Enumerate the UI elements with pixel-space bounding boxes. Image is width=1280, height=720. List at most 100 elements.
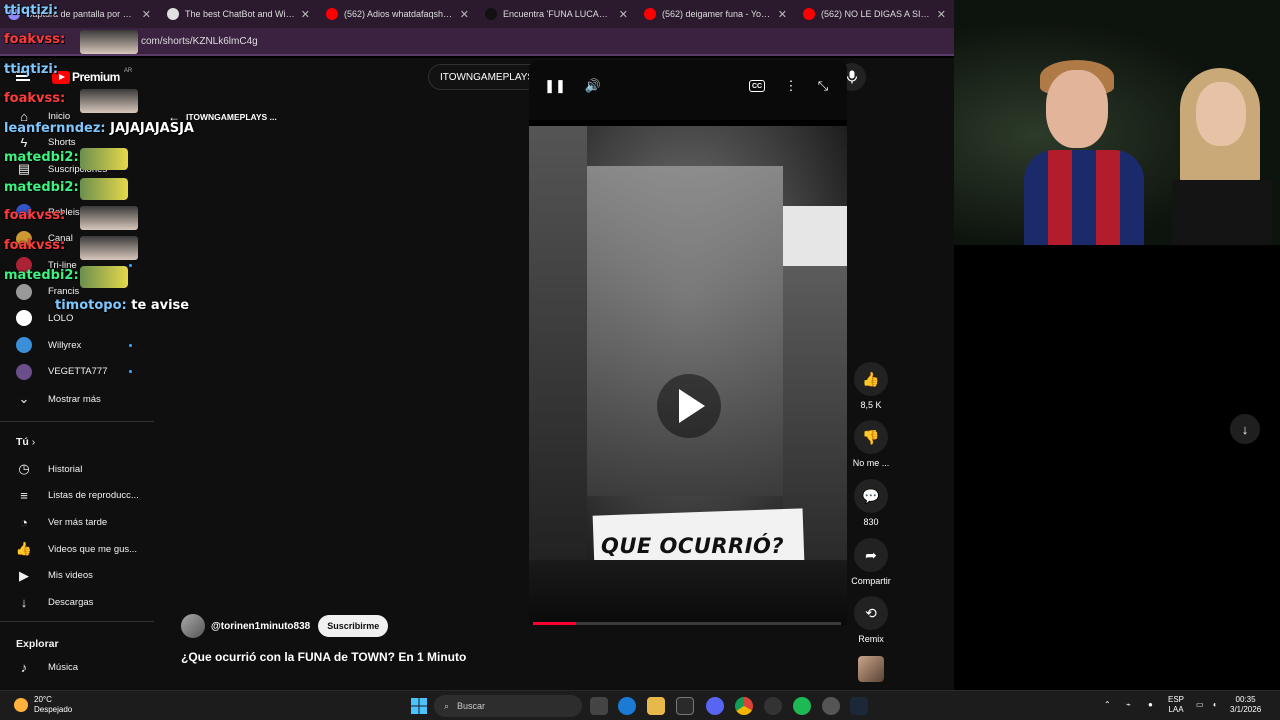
comments-button[interactable]: 💬 830 (850, 479, 892, 527)
sidebar-item-you[interactable]: ◔ Ver más tarde (0, 509, 154, 535)
share-button[interactable]: ➦ Compartir (850, 538, 892, 586)
progress-bar[interactable] (533, 622, 841, 625)
overlay-text: QUE OCURRIÓ? (601, 534, 785, 558)
jersey (1024, 150, 1144, 245)
search-icon: ⌕ (444, 700, 450, 711)
dislike-button[interactable]: 👎 No me ... (850, 420, 892, 468)
network-icon[interactable]: ⌁ (1126, 700, 1131, 710)
new-content-dot (129, 343, 132, 347)
sidebar-divider (0, 621, 154, 622)
you-heading[interactable]: Tú › (16, 436, 35, 448)
chat-message: foakvss: (4, 208, 66, 223)
windows-start-icon[interactable] (410, 697, 428, 715)
speaker-icon[interactable]: ◖ (1212, 700, 1217, 710)
explore-heading: Explorar (16, 638, 59, 650)
browser-tab[interactable]: The best ChatBot and Widgets✕ (159, 0, 318, 28)
weather-widget[interactable]: 20°C Despejado (14, 695, 72, 715)
browser-tab[interactable]: (562) NO LE DIGAS A SIRI QUE✕ (795, 0, 954, 28)
obs-icon[interactable] (764, 697, 782, 715)
close-tab-icon[interactable]: ✕ (778, 8, 787, 21)
close-tab-icon[interactable]: ✕ (301, 8, 310, 21)
my-videos-icon: ▶ (19, 567, 29, 583)
tab-favicon-icon (485, 8, 497, 20)
like-button[interactable]: 👍 8,5 K (850, 362, 892, 410)
volume-icon[interactable]: 🔊 (583, 76, 603, 96)
close-tab-icon[interactable]: ✕ (460, 8, 469, 21)
taskbar-search[interactable]: ⌕ Buscar (434, 695, 582, 717)
player-controls: ❚❚ 🔊 CC ⋮ ⤡ (529, 60, 847, 120)
captions-icon[interactable]: CC (749, 80, 765, 92)
subscription-item[interactable]: Willyrex (0, 332, 154, 358)
clock[interactable]: 00:35 3/1/2026 (1230, 695, 1261, 715)
display-icon[interactable]: ▭ (1196, 700, 1204, 710)
comment-icon: 💬 (854, 479, 888, 513)
tab-favicon-icon (803, 8, 815, 20)
browser-tab[interactable]: (562) Adios whatdafaqshow Ep✕ (318, 0, 477, 28)
mic-tray-icon[interactable]: ● (1148, 700, 1153, 710)
channel-name[interactable]: @torinen1minuto838 (211, 621, 310, 632)
new-content-dot (129, 263, 132, 267)
body (1172, 180, 1272, 245)
streamer-left (1024, 60, 1144, 245)
back-label: ITOWNGAMEPLAYS ... (186, 112, 277, 122)
chat-message: foakvss: (4, 91, 66, 106)
chat-message: matedbi2: (4, 268, 79, 283)
discord-icon[interactable] (706, 697, 724, 715)
language-indicator[interactable]: ESP LAA (1168, 695, 1184, 715)
channel-avatar (16, 283, 32, 300)
channel-avatar (16, 337, 32, 353)
address-bar[interactable]: com/shorts/KZNLk6lmC4g (0, 28, 954, 56)
channel-avatar[interactable] (181, 614, 205, 638)
tab-favicon-icon (326, 8, 338, 20)
remix-icon: ⟲ (854, 596, 888, 630)
chrome-icon[interactable] (735, 697, 753, 715)
sidebar-item-you[interactable]: ◷ Historial (0, 456, 154, 482)
like-count: 8,5 K (860, 400, 882, 410)
close-tab-icon[interactable]: ✕ (937, 8, 946, 21)
close-tab-icon[interactable]: ✕ (619, 8, 628, 21)
tab-strip: Captura de pantalla por Lightsh✕The best… (0, 0, 954, 28)
tray-expand-icon[interactable]: ⌃ (1104, 700, 1111, 710)
shorts-player[interactable]: ❚❚ 🔊 CC ⋮ ⤡ QUE OCURRIÓ? (529, 60, 847, 625)
chevron-down-icon: ⌄ (18, 391, 30, 406)
share-label: Compartir (851, 576, 891, 586)
thumbs-down-icon: 👎 (854, 420, 888, 454)
edge-icon[interactable] (618, 697, 636, 715)
shorts-icon: ϟ (20, 135, 28, 150)
more-options-icon[interactable]: ⋮ (781, 76, 801, 96)
spotify-icon[interactable] (793, 697, 811, 715)
task-view-icon[interactable] (590, 697, 608, 715)
browser-tab[interactable]: (562) deigamer funa - YouTube✕ (636, 0, 795, 28)
microphone-icon (846, 70, 858, 84)
show-more-button[interactable]: ⌄ Mostrar más (0, 386, 154, 412)
sound-thumbnail[interactable] (858, 656, 884, 682)
sidebar-item-you[interactable]: ↓ Descargas (0, 590, 154, 616)
fullscreen-icon[interactable]: ⤡ (813, 76, 833, 96)
channel-avatar (16, 363, 32, 380)
tab-favicon-icon (167, 8, 179, 20)
browser-tab[interactable]: Encuentra 'FUNA LUCAS CASTE✕ (477, 0, 636, 28)
file-explorer-icon[interactable] (647, 697, 665, 715)
remix-button[interactable]: ⟲ Remix (850, 596, 892, 644)
sidebar-item-explore[interactable]: ♪ Música (0, 654, 154, 680)
store-icon[interactable] (676, 697, 694, 715)
chat-emote (80, 30, 138, 54)
video-frame[interactable]: QUE OCURRIÓ? (529, 126, 847, 598)
settings-icon[interactable] (822, 697, 840, 715)
steam-icon[interactable] (850, 697, 868, 715)
address-url[interactable]: com/shorts/KZNLk6lmC4g (141, 36, 258, 47)
big-play-icon[interactable] (657, 374, 721, 438)
scroll-down-button[interactable]: ↓ (1230, 414, 1260, 444)
video-title[interactable]: ¿Que ocurrió con la FUNA de TOWN? En 1 M… (181, 650, 466, 664)
share-icon: ➦ (854, 538, 888, 572)
pause-icon[interactable]: ❚❚ (544, 76, 566, 96)
subscribe-button[interactable]: Suscribirme (318, 615, 389, 637)
subscription-item[interactable]: VEGETTA777 (0, 359, 154, 385)
sidebar-item-you[interactable]: ▶ Mis videos (0, 563, 154, 589)
close-tab-icon[interactable]: ✕ (142, 8, 151, 21)
sidebar-item-you[interactable]: ≡ Listas de reproducc... (0, 483, 154, 509)
sidebar-item-you[interactable]: 👍 Videos que me gus... (0, 536, 154, 562)
chat-message: foakvss: (4, 238, 66, 253)
chat-message: ttiqtizi: (4, 62, 59, 77)
downloads-icon: ↓ (20, 595, 28, 610)
